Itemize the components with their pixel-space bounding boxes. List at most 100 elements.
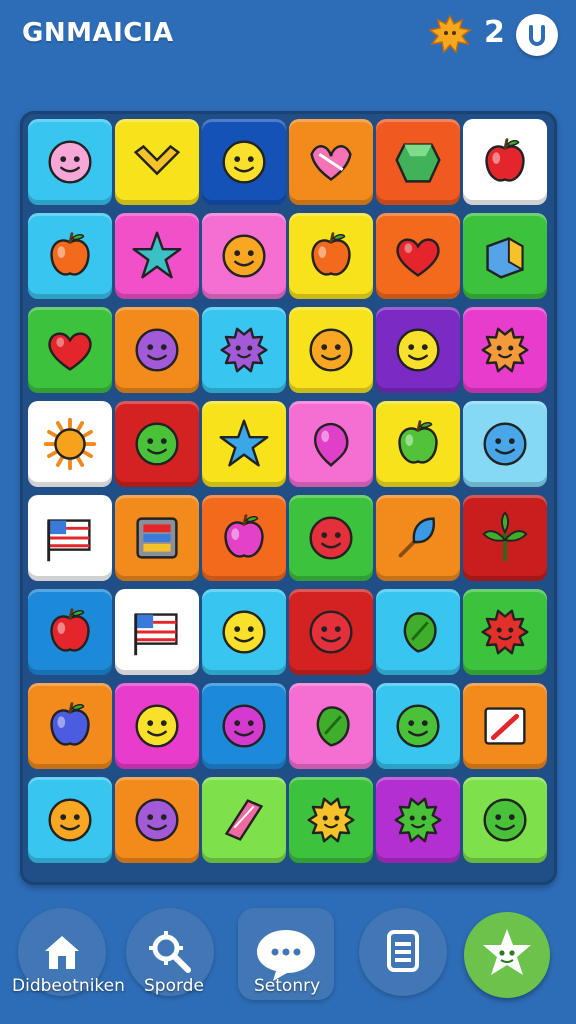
heart-red-icon <box>396 238 440 277</box>
tile-r5-c1[interactable] <box>28 495 112 581</box>
tile-r6-c2[interactable] <box>115 589 199 675</box>
star-burst-icon <box>132 231 182 279</box>
tile-r5-c4[interactable] <box>289 495 373 581</box>
plant-icon <box>482 511 528 562</box>
tile-r4-c4[interactable] <box>289 401 373 487</box>
face-blob-icon <box>48 140 92 184</box>
star-blue-icon <box>219 419 269 467</box>
tile-r1-c5[interactable] <box>376 119 460 205</box>
tile-r8-c4[interactable] <box>289 777 373 863</box>
tile-r5-c2[interactable] <box>115 495 199 581</box>
tile-r3-c4[interactable] <box>289 307 373 393</box>
tile-r3-c3[interactable] <box>202 307 286 393</box>
apple-orange-icon <box>50 232 90 276</box>
tile-r5-c5[interactable] <box>376 495 460 581</box>
tile-r4-c5[interactable] <box>376 401 460 487</box>
tile-r2-c6[interactable] <box>463 213 547 299</box>
drop-pink-icon <box>313 422 349 467</box>
power-icon <box>529 25 545 46</box>
tile-r1-c3[interactable] <box>202 119 286 205</box>
tile-r8-c2[interactable] <box>115 777 199 863</box>
spiky-orange-icon <box>481 327 529 373</box>
game-board <box>20 111 557 885</box>
face-red-icon <box>309 516 353 560</box>
search-icon <box>149 931 191 973</box>
nav-item-chat[interactable]: Setonry <box>236 908 336 1004</box>
nav-label-home: Didbeotniken <box>12 976 125 996</box>
face-green-icon <box>396 704 440 748</box>
play-button[interactable] <box>464 912 550 998</box>
face-yellow-icon <box>135 704 179 748</box>
tile-r7-c1[interactable] <box>28 683 112 769</box>
gem-green-icon <box>395 143 441 183</box>
sparkle-face-icon <box>483 929 531 975</box>
tile-r3-c2[interactable] <box>115 307 199 393</box>
spiky-purple-icon <box>220 327 268 373</box>
face-magenta-icon <box>222 704 266 748</box>
tile-grid <box>28 119 547 863</box>
tile-r6-c6[interactable] <box>463 589 547 675</box>
nav-item-document[interactable] <box>358 908 448 1004</box>
tile-r6-c1[interactable] <box>28 589 112 675</box>
tile-r6-c4[interactable] <box>289 589 373 675</box>
tile-r1-c2[interactable] <box>115 119 199 205</box>
flag-icon <box>134 613 178 656</box>
face-orange-icon <box>309 328 353 372</box>
spiky-green-icon <box>394 797 442 843</box>
chat-icon <box>257 930 315 981</box>
tile-r3-c1[interactable] <box>28 307 112 393</box>
spiky-red-icon <box>481 609 529 655</box>
tile-r1-c6[interactable] <box>463 119 547 205</box>
tile-r7-c5[interactable] <box>376 683 460 769</box>
face-red-icon <box>309 610 353 654</box>
tile-r4-c3[interactable] <box>202 401 286 487</box>
tile-r5-c6[interactable] <box>463 495 547 581</box>
tile-r4-c1[interactable] <box>28 401 112 487</box>
face-yellow-icon <box>396 328 440 372</box>
tile-r2-c2[interactable] <box>115 213 199 299</box>
tile-r7-c6[interactable] <box>463 683 547 769</box>
heart-ribbon-icon <box>133 144 181 176</box>
leaf-blue-icon <box>398 517 435 558</box>
nav-item-home[interactable]: Didbeotniken <box>12 908 125 1004</box>
leaf-green-icon <box>316 706 350 747</box>
tile-r4-c2[interactable] <box>115 401 199 487</box>
tile-r1-c4[interactable] <box>289 119 373 205</box>
sun-icon <box>43 417 97 471</box>
apple-green-icon <box>398 420 438 464</box>
tile-r8-c1[interactable] <box>28 777 112 863</box>
tile-r3-c5[interactable] <box>376 307 460 393</box>
tile-r4-c6[interactable] <box>463 401 547 487</box>
nav-label-search: Sporde <box>144 976 204 996</box>
tile-r2-c3[interactable] <box>202 213 286 299</box>
tile-r7-c4[interactable] <box>289 683 373 769</box>
tile-r7-c3[interactable] <box>202 683 286 769</box>
flag-icon <box>47 519 91 562</box>
tile-r3-c6[interactable] <box>463 307 547 393</box>
tile-r8-c3[interactable] <box>202 777 286 863</box>
heart-ribbon-pink-icon <box>310 145 352 181</box>
face-blue-icon <box>483 422 527 466</box>
tile-r8-c6[interactable] <box>463 777 547 863</box>
face-purple-icon <box>135 328 179 372</box>
nav-item-search[interactable]: Sporde <box>124 908 216 1004</box>
machine-icon <box>136 517 178 559</box>
nav-label-chat: Setonry <box>254 976 321 996</box>
nav-document-button[interactable] <box>359 908 447 996</box>
top-bar: GNMAICIA 2 <box>0 0 576 78</box>
tile-r7-c2[interactable] <box>115 683 199 769</box>
profile-button[interactable] <box>516 14 558 56</box>
tile-r1-c1[interactable] <box>28 119 112 205</box>
tile-r2-c1[interactable] <box>28 213 112 299</box>
card-icon <box>484 707 526 745</box>
tile-r6-c3[interactable] <box>202 589 286 675</box>
tile-r2-c5[interactable] <box>376 213 460 299</box>
home-icon <box>45 936 79 969</box>
tile-r6-c5[interactable] <box>376 589 460 675</box>
gem-pink-icon <box>224 799 264 841</box>
tile-r2-c4[interactable] <box>289 213 373 299</box>
score-count: 2 <box>484 15 505 50</box>
tile-r8-c5[interactable] <box>376 777 460 863</box>
tile-r5-c3[interactable] <box>202 495 286 581</box>
apple-red-icon <box>485 138 525 182</box>
